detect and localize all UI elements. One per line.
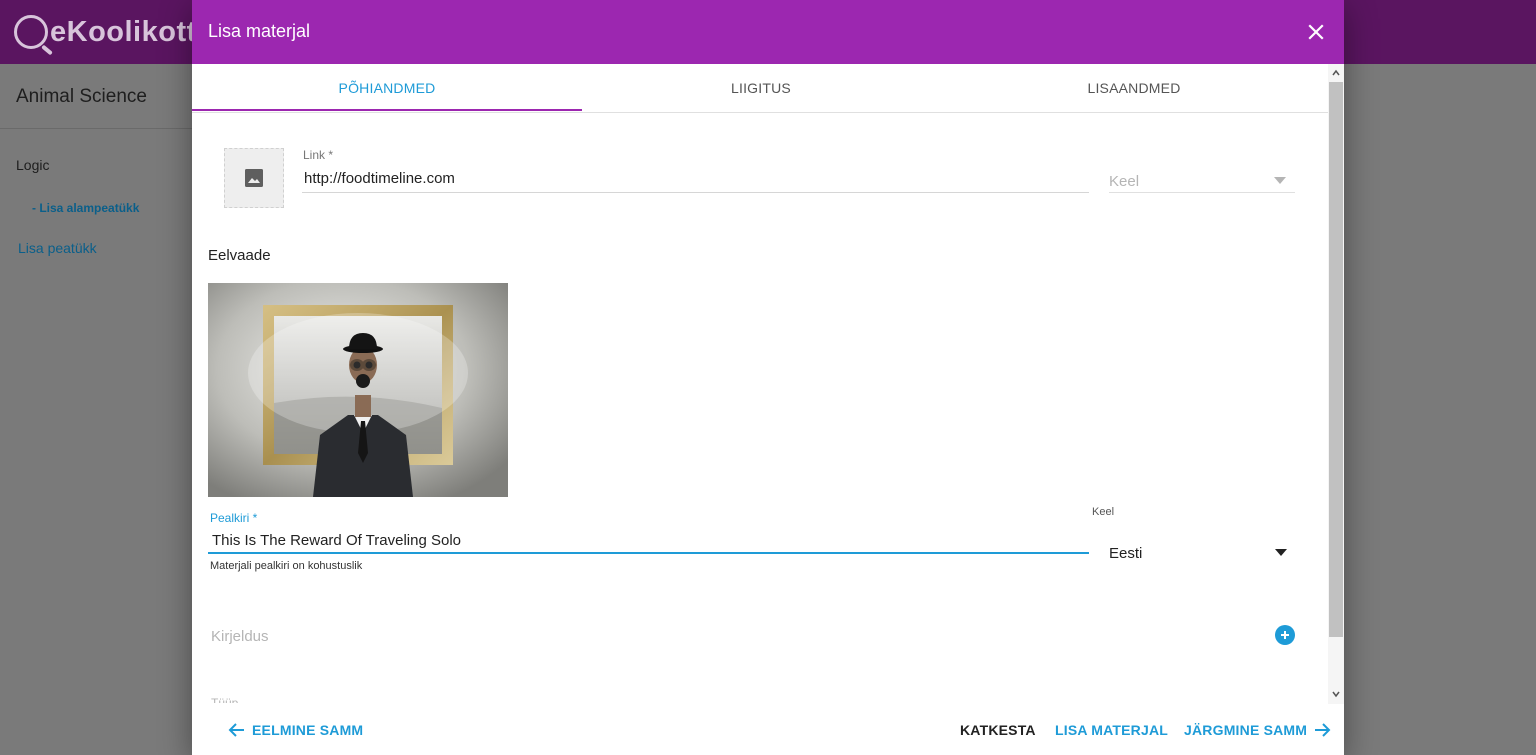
close-button[interactable] xyxy=(1304,20,1328,44)
logo-text: eKoolikott xyxy=(50,15,197,48)
link-language-select[interactable]: Keel xyxy=(1109,173,1139,190)
previous-step-button[interactable]: EELMINE SAMM xyxy=(228,718,363,742)
dialog-title: Lisa materjal xyxy=(208,21,311,41)
link-field-label: Link * xyxy=(303,148,334,162)
next-step-button[interactable]: JÄRGMINE SAMM xyxy=(1184,718,1331,742)
title-input[interactable]: This Is The Reward Of Traveling Solo xyxy=(212,532,461,549)
title-input-underline xyxy=(208,552,1089,554)
arrow-left-icon xyxy=(228,722,246,738)
cancel-button[interactable]: KATKESTA xyxy=(960,718,1036,742)
dialog-content: Link * http://foodtimeline.com Keel Eelv… xyxy=(192,113,1328,703)
scrollbar-thumb[interactable] xyxy=(1329,82,1343,637)
add-chapter-link[interactable]: Lisa peatükk xyxy=(18,240,97,256)
next-field-label: Tüüp xyxy=(211,696,239,703)
title-field-label: Pealkiri * xyxy=(210,511,258,525)
link-input[interactable]: http://foodtimeline.com xyxy=(304,170,455,187)
tab-liigitus[interactable]: LIIGITUS xyxy=(582,64,940,112)
title-language-select[interactable]: Eesti xyxy=(1109,545,1142,562)
image-icon xyxy=(245,169,263,187)
add-subchapter-link[interactable]: - Lisa alampeatükk xyxy=(32,201,139,215)
active-tab-indicator xyxy=(192,109,582,111)
link-input-underline xyxy=(302,192,1089,193)
tab-lisaandmed[interactable]: LISAANDMED xyxy=(940,64,1328,112)
preview-image xyxy=(208,283,508,497)
course-title: Animal Science xyxy=(16,86,147,107)
chevron-down-icon xyxy=(1274,177,1286,184)
link-language-underline xyxy=(1109,192,1295,193)
next-step-label: JÄRGMINE SAMM xyxy=(1184,722,1308,738)
thumbnail-upload[interactable] xyxy=(224,148,284,208)
scroll-down-icon[interactable] xyxy=(1331,689,1341,699)
add-description-button[interactable] xyxy=(1275,625,1295,645)
tab-bar: PÕHIANDMED LIIGITUS LISAANDMED xyxy=(192,64,1328,113)
add-material-dialog: Lisa materjal PÕHIANDMED LIIGITUS LISAAN… xyxy=(192,0,1344,755)
title-hint: Materjali pealkiri on kohustuslik xyxy=(210,560,363,572)
close-icon xyxy=(1308,24,1324,40)
scroll-up-icon[interactable] xyxy=(1331,68,1341,78)
logo-magnifier-icon xyxy=(14,15,48,49)
app-logo[interactable]: eKoolikott xyxy=(14,12,197,52)
tab-pohiandmed[interactable]: PÕHIANDMED xyxy=(192,64,582,112)
sidebar-divider xyxy=(0,128,192,129)
chevron-down-icon xyxy=(1275,549,1287,556)
sidebar-chapter[interactable]: Logic xyxy=(16,157,49,173)
dialog-header: Lisa materjal xyxy=(192,0,1344,64)
preview-label: Eelvaade xyxy=(208,247,271,264)
add-material-button[interactable]: LISA MATERJAL xyxy=(1055,718,1168,742)
plus-icon xyxy=(1281,631,1289,639)
description-input[interactable]: Kirjeldus xyxy=(211,628,269,645)
arrow-right-icon xyxy=(1313,722,1331,738)
previous-step-label: EELMINE SAMM xyxy=(252,722,364,738)
title-language-label: Keel xyxy=(1092,506,1115,518)
